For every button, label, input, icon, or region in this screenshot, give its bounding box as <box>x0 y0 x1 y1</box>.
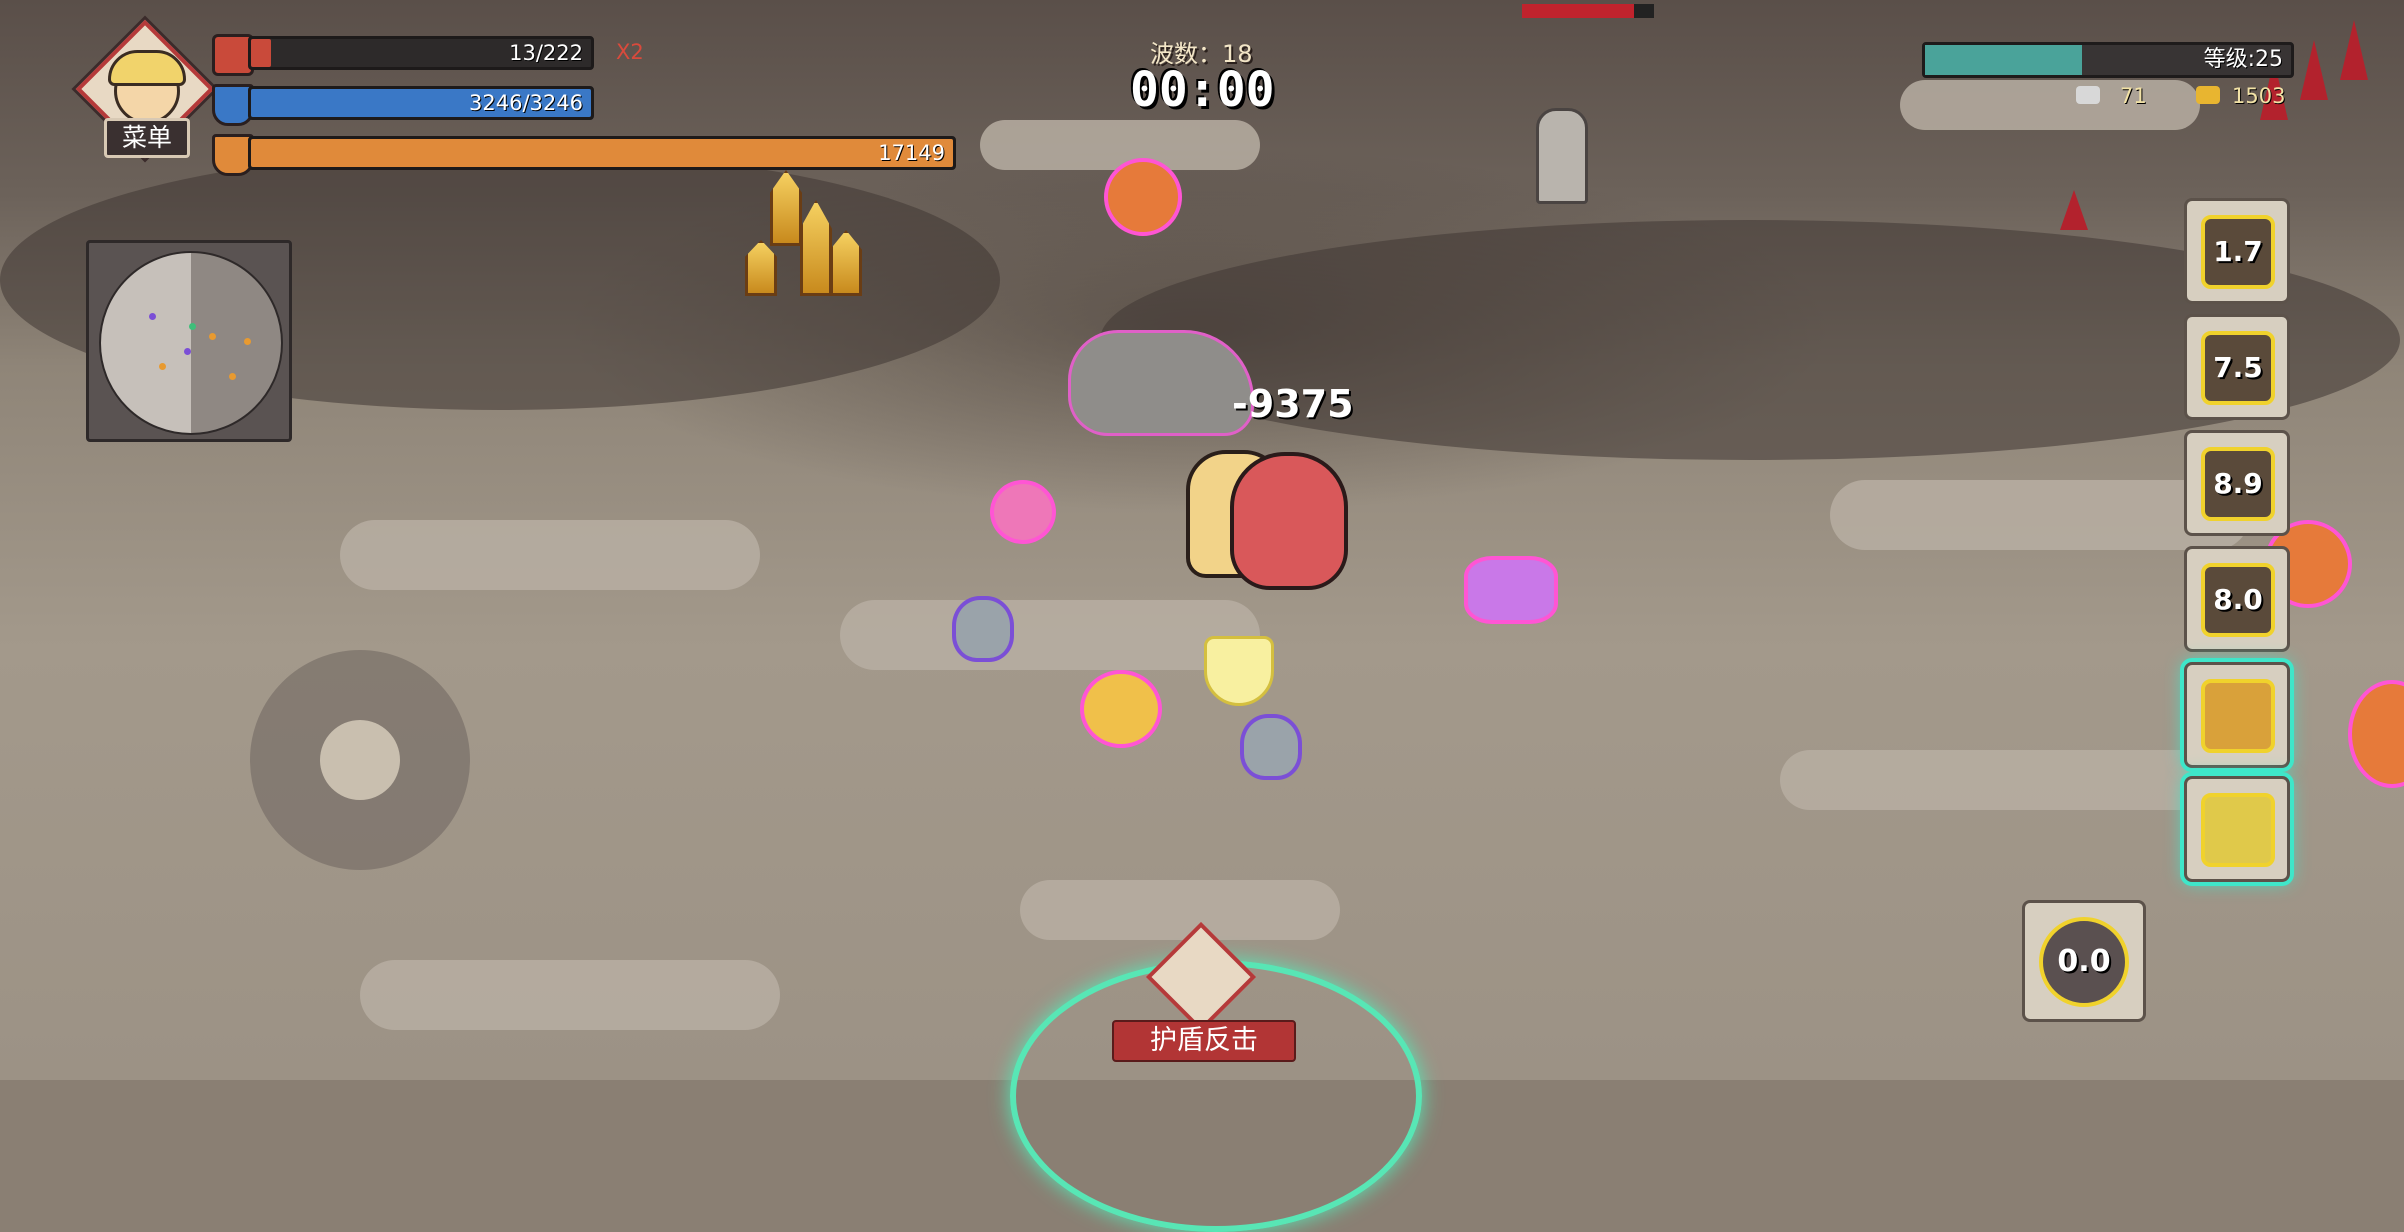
yin-yang-map <box>99 251 283 435</box>
silver-count: 71 <box>2120 84 2147 108</box>
orange-ball-enemy <box>1104 158 1182 236</box>
ultimate-skill-button[interactable]: 0.0 <box>2022 900 2146 1022</box>
enemy-health-fill <box>1522 4 1634 18</box>
yellow-shield-effect <box>1204 636 1274 706</box>
pot-enemy <box>952 596 1014 662</box>
red-spikes <box>2300 40 2328 100</box>
enemy-health-bar <box>1522 4 1654 18</box>
minimap-dot <box>159 363 166 370</box>
skill-cooldown: 8.9 <box>2201 447 2275 521</box>
scarab-icon <box>2201 679 2275 753</box>
armor-fill <box>251 139 953 167</box>
skill-cooldown: 1.7 <box>2201 215 2275 289</box>
ultimate-cooldown: 0.0 <box>2039 917 2129 1007</box>
cloud-decoration <box>980 120 1260 170</box>
minimap[interactable] <box>86 240 292 442</box>
wave-timer: 00:00 <box>1130 62 1275 118</box>
menu-button[interactable]: 菜单 <box>104 118 190 158</box>
shield-counter-button[interactable]: 护盾反击 <box>1112 1020 1296 1062</box>
silver-ingot-icon <box>2076 86 2100 104</box>
minimap-dot <box>184 348 191 355</box>
stone-statue <box>1536 108 1588 204</box>
skill-slot-5[interactable] <box>2184 662 2290 768</box>
damage-popup: -9375 <box>1232 382 1354 426</box>
shield-text: 3246/3246 <box>469 91 583 115</box>
red-bird-enemy <box>1230 452 1348 590</box>
cloud-decoration <box>1900 80 2200 130</box>
yellow-ball-enemy <box>1080 670 1162 748</box>
minimap-dot <box>189 323 196 330</box>
pot-enemy <box>1240 714 1302 780</box>
skill-cooldown: 7.5 <box>2201 331 2275 405</box>
health-multiplier: X2 <box>616 40 644 64</box>
cloud-decoration <box>1020 880 1340 940</box>
armor-text: 17149 <box>878 141 945 165</box>
skill-slot-3[interactable]: 8.9 <box>2184 430 2290 536</box>
pink-blob-enemy <box>990 480 1056 544</box>
virtual-joystick[interactable] <box>250 650 470 870</box>
portrait-hair <box>108 50 186 86</box>
skill-slot-1[interactable]: 1.7 <box>2184 198 2290 304</box>
cloud-decoration <box>1780 750 2220 810</box>
red-spikes <box>2060 190 2088 230</box>
health-text: 13/222 <box>509 41 583 65</box>
skill-slot-6[interactable] <box>2184 776 2290 882</box>
minimap-dot <box>209 333 216 340</box>
minimap-dot <box>149 313 156 320</box>
armor-bar: 17149 <box>248 136 956 170</box>
shield-bar: 3246/3246 <box>248 86 594 120</box>
cloud-decoration <box>340 520 760 590</box>
level-text: 等级:25 <box>2203 47 2283 72</box>
minimap-dot <box>244 338 251 345</box>
cloud-decoration <box>360 960 780 1030</box>
skill-slot-2[interactable]: 7.5 <box>2184 314 2290 420</box>
purple-shirt-enemy <box>1464 556 1558 624</box>
joystick-knob[interactable] <box>320 720 400 800</box>
health-bar: 13/222 <box>248 36 594 70</box>
minimap-dot <box>229 373 236 380</box>
gold-count: 1503 <box>2232 84 2286 108</box>
red-spikes <box>2340 20 2368 80</box>
health-fill <box>251 39 272 67</box>
gold-ingot-icon <box>2196 86 2220 104</box>
cat-companion <box>1068 330 1254 436</box>
level-fill <box>1925 45 2083 75</box>
level-bar: 等级:25 <box>1922 42 2294 78</box>
orange-ball-enemy <box>2348 680 2404 788</box>
skill-cooldown: 8.0 <box>2201 563 2275 637</box>
cloud-decoration <box>840 600 1260 670</box>
skill-slot-4[interactable]: 8.0 <box>2184 546 2290 652</box>
shrine-icon <box>2201 793 2275 867</box>
